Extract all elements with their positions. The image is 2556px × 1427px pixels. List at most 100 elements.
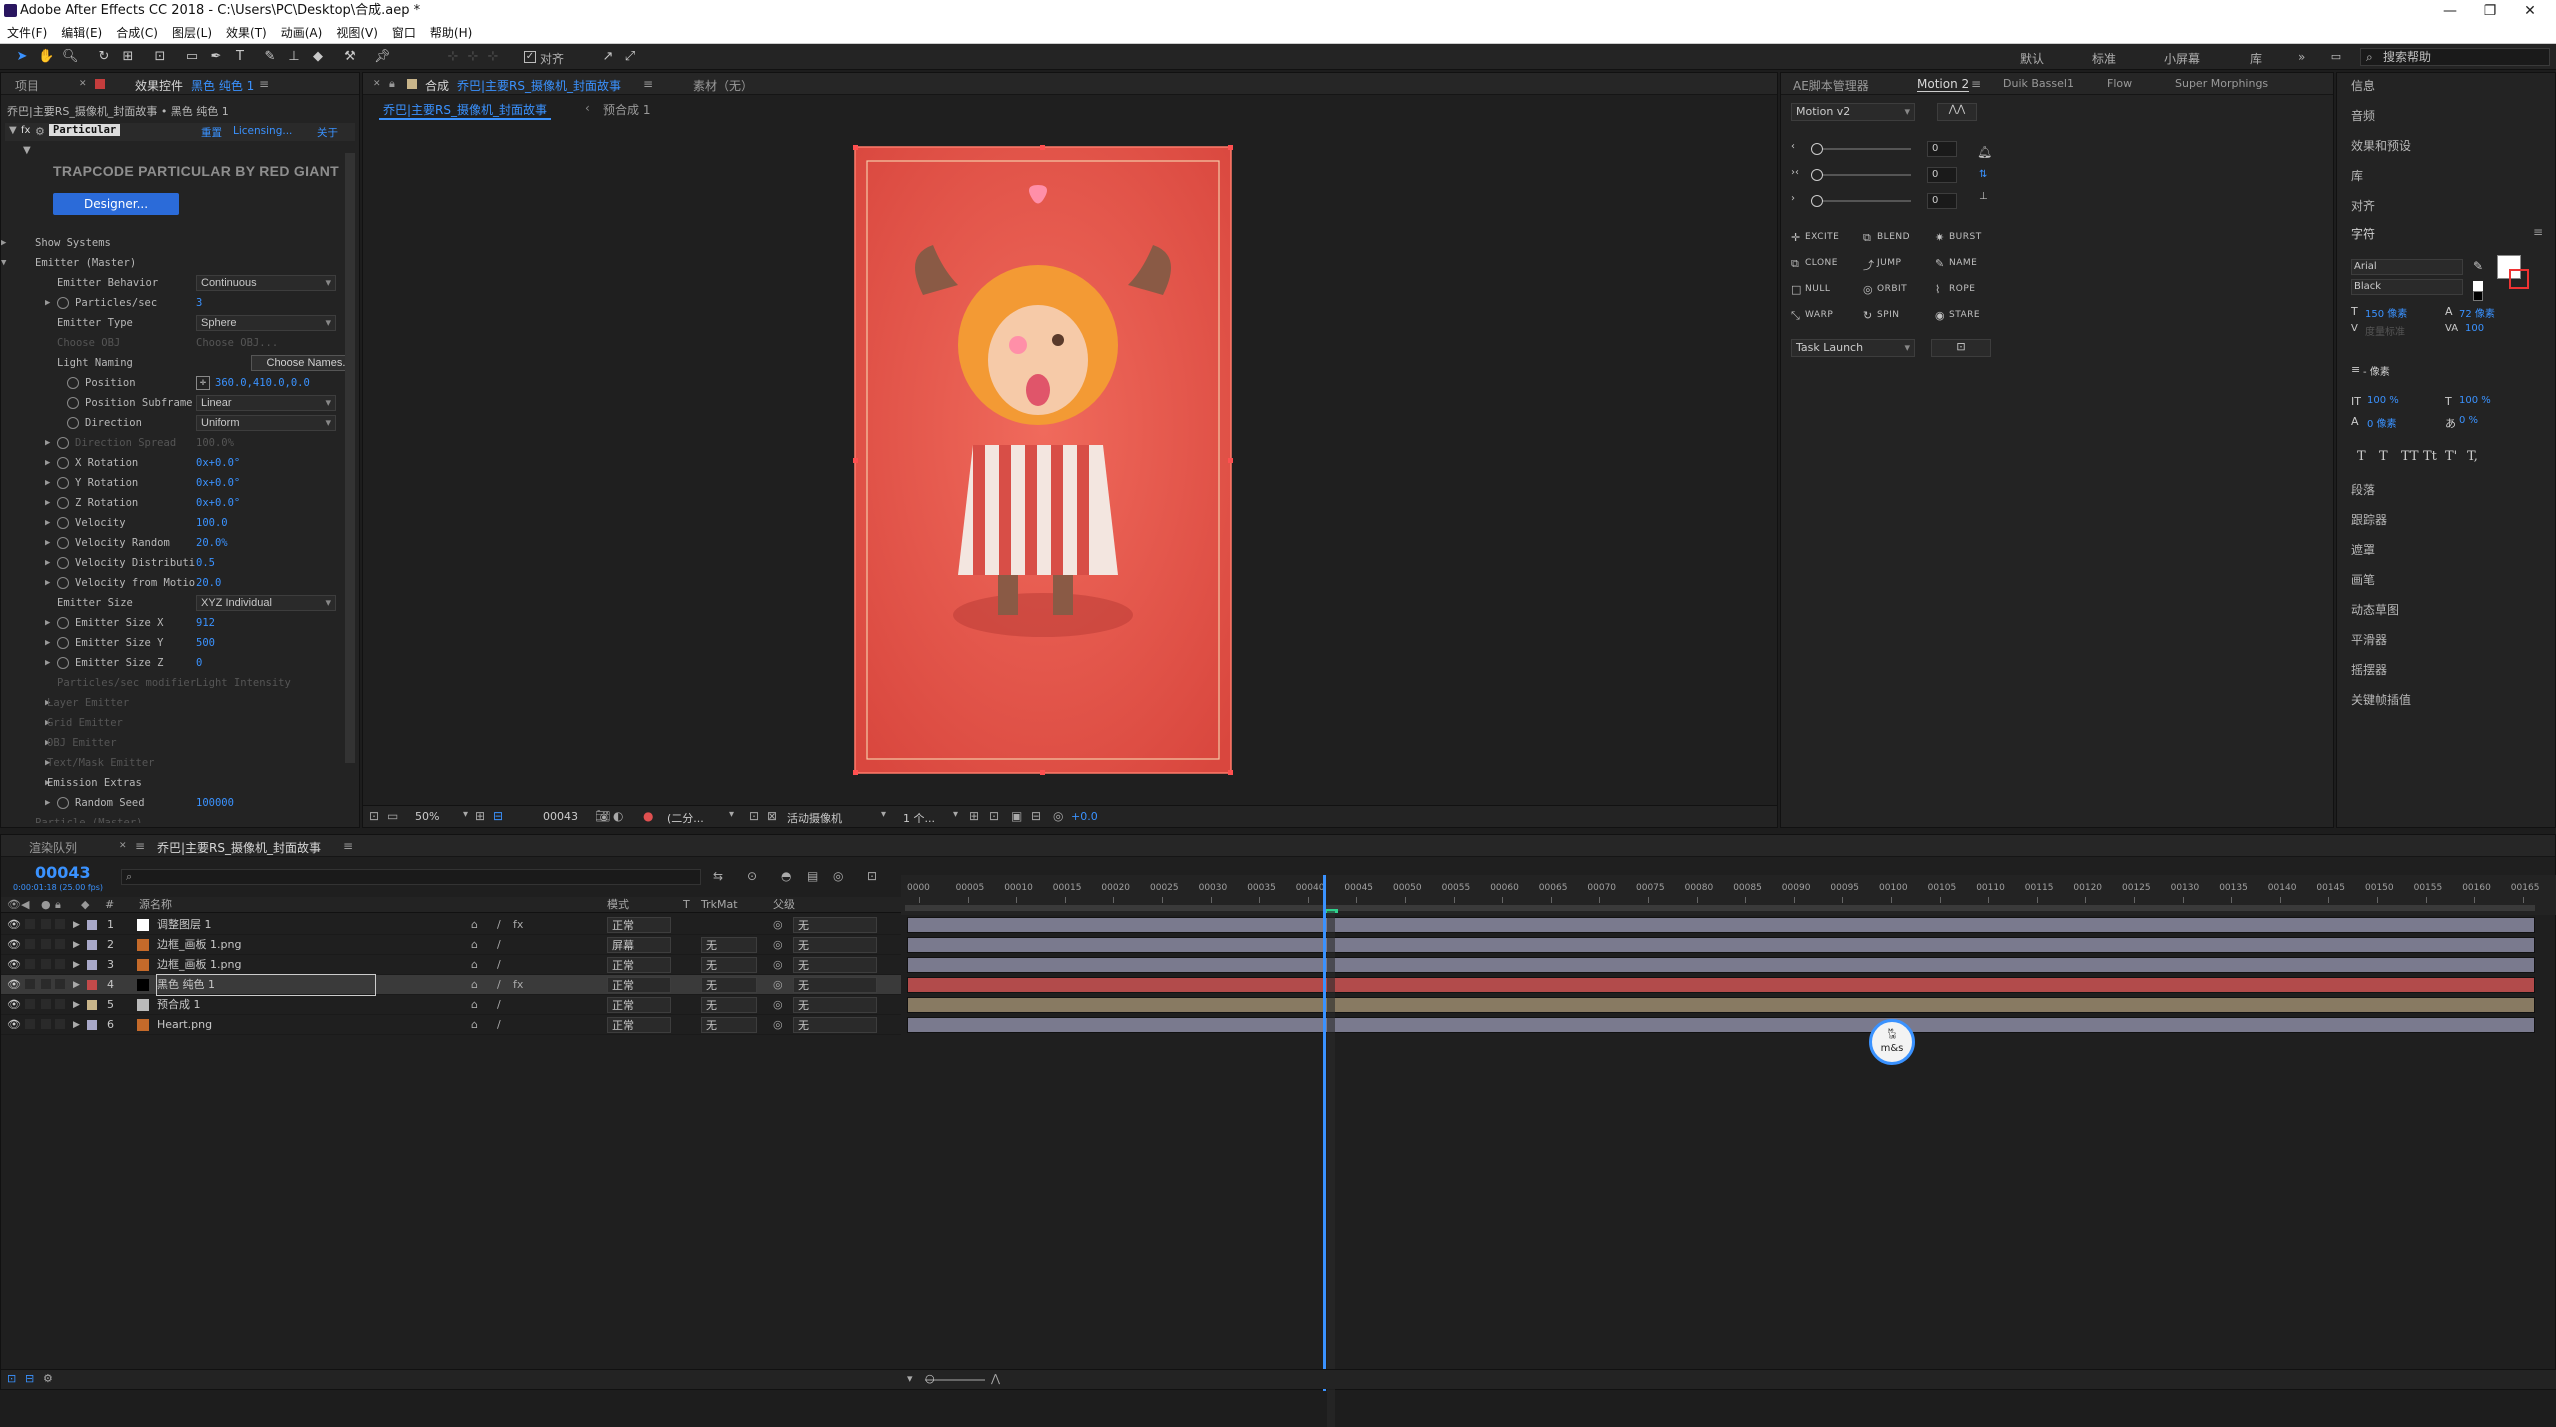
flowchart-icon[interactable]: ⊟	[1031, 809, 1041, 823]
selection-tool-icon[interactable]: ➤	[14, 49, 30, 65]
character-menu-icon[interactable]: ≡	[2533, 225, 2543, 239]
layer-duration-bar[interactable]	[907, 1017, 2535, 1033]
null-icon[interactable]: □	[1791, 283, 1801, 296]
expand-icon[interactable]: ▶	[45, 293, 50, 313]
tab-close-icon[interactable]: ✕	[79, 79, 87, 89]
toggle-pixel-icon[interactable]: ⊞	[969, 809, 979, 823]
slider-track-3[interactable]	[1811, 200, 1911, 202]
layer-switches-icon[interactable]: ⊡	[7, 1372, 16, 1385]
effect-property-value[interactable]: 20.0	[196, 573, 221, 593]
shy-layers-icon[interactable]: ◓	[781, 869, 791, 883]
tab-duik[interactable]: Duik Bassel1	[2003, 77, 2074, 90]
right-panel-item[interactable]: 库	[2351, 167, 2363, 184]
timeline-tab-close-icon[interactable]: ✕	[119, 841, 127, 851]
scrollbar[interactable]	[345, 153, 355, 763]
tab-timeline-comp[interactable]: 乔巴|主要RS_摄像机_封面故事	[157, 839, 321, 856]
name-icon[interactable]: ✎	[1935, 257, 1944, 270]
slider-track-2[interactable]	[1811, 174, 1911, 176]
expand-icon[interactable]: ▶	[45, 473, 50, 493]
stopwatch-icon[interactable]	[57, 297, 69, 309]
layer-duration-bar[interactable]	[907, 957, 2535, 973]
text-style-button[interactable]: T	[2379, 449, 2388, 464]
effect-property-dropdown[interactable]: Linear	[196, 395, 336, 411]
zoom-slider-handle[interactable]: ○	[925, 1372, 935, 1385]
stopwatch-icon[interactable]	[57, 437, 69, 449]
effect-expand-icon[interactable]: ▼	[9, 125, 17, 136]
menu-composition[interactable]: 合成(C)	[109, 22, 165, 44]
slider-value-3[interactable]: 0	[1927, 193, 1957, 209]
right-panel-item[interactable]: 动态草图	[2351, 601, 2399, 618]
col-parent[interactable]: 父级	[773, 897, 795, 913]
comp-lock-icon[interactable]: 🔒︎	[389, 77, 395, 91]
exposure-value[interactable]: +0.0	[1071, 810, 1098, 823]
slider-handle-1[interactable]	[1811, 143, 1823, 155]
expand-icon[interactable]: ▶	[45, 533, 50, 553]
expand-icon[interactable]: ▶	[45, 553, 50, 573]
pen-tool-icon[interactable]: ✒	[208, 49, 224, 65]
slider-handle-3[interactable]	[1811, 195, 1823, 207]
effect-property-value[interactable]: Light Intensity	[196, 673, 291, 693]
slider-handle-2[interactable]	[1811, 169, 1823, 181]
orbit-icon[interactable]: ◎	[1863, 283, 1873, 296]
motion-excite-button[interactable]: EXCITE	[1805, 232, 1839, 242]
effect-property-value[interactable]: 0	[196, 653, 202, 673]
designer-button[interactable]: Designer...	[53, 193, 179, 215]
motion-blur-icon[interactable]: ◎	[833, 869, 843, 883]
text-style-button[interactable]: T	[2357, 449, 2366, 464]
fx-icon[interactable]: fx	[21, 125, 30, 136]
leading-value[interactable]: 72 像素	[2459, 305, 2495, 320]
zoom-tool-icon[interactable]: 🔍︎	[62, 49, 79, 65]
tab-composition-name[interactable]: 乔巴|主要RS_摄像机_封面故事	[457, 77, 621, 94]
expand-icon[interactable]: ▶	[45, 453, 50, 473]
time-ruler[interactable]: 0000 00005 00010 00015 00020 00025 00030 00035 0…	[901, 875, 2556, 915]
motion-name-button[interactable]: NAME	[1949, 258, 1977, 268]
text-tool-icon[interactable]: T	[232, 49, 248, 65]
snapshot-icon[interactable]: 📷︎	[595, 809, 610, 823]
task-launch-select[interactable]: Task Launch ▾	[1791, 339, 1915, 357]
stopwatch-icon[interactable]	[57, 497, 69, 509]
eraser-tool-icon[interactable]: ◆	[310, 49, 326, 65]
expand-icon[interactable]: ▶	[45, 513, 50, 533]
tab-effect-controls-layer[interactable]: 黑色 纯色 1	[191, 77, 254, 94]
preview-3d-icon[interactable]: ▣	[1011, 809, 1022, 823]
tab-project[interactable]: 项目	[15, 77, 39, 94]
region-icon[interactable]: ⊡	[749, 809, 759, 823]
effect-property-value[interactable]: 0x+0.0°	[196, 453, 240, 473]
flowchart-next[interactable]: 预合成 1	[603, 101, 650, 118]
workspace-default[interactable]: 默认	[2020, 50, 2044, 67]
work-area-bar[interactable]	[905, 905, 2535, 911]
eyedropper-icon[interactable]: ✎	[2473, 259, 2483, 273]
right-panel-item[interactable]: 信息	[2351, 77, 2375, 94]
views-dropdown-icon[interactable]: ▾	[953, 809, 958, 820]
text-style-button[interactable]: TT	[2401, 449, 2419, 464]
expand-icon[interactable]: ▶	[1, 233, 6, 253]
zoom-dropdown-icon[interactable]: ▾	[463, 809, 468, 820]
panel-menu-icon[interactable]: ≡	[259, 77, 269, 91]
motion-clone-button[interactable]: CLONE	[1805, 258, 1838, 268]
jump-icon[interactable]: ⤴	[1863, 257, 1874, 273]
slider-value-1[interactable]: 0	[1927, 141, 1957, 157]
right-panel-item[interactable]: 关键帧插值	[2351, 691, 2411, 708]
white-swatch[interactable]	[2473, 281, 2483, 291]
motion-blend-button[interactable]: BLEND	[1877, 232, 1910, 242]
frame-blending-icon[interactable]: ▤	[807, 869, 818, 883]
blend-icon[interactable]: ⧉	[1863, 231, 1871, 245]
tab-super-morphings[interactable]: Super Morphings	[2175, 77, 2268, 90]
hand-tool-icon[interactable]: ✋	[38, 49, 54, 65]
right-panel-item[interactable]: 音频	[2351, 107, 2375, 124]
current-frame[interactable]: 00043	[543, 810, 578, 823]
text-style-button[interactable]: Tt	[2423, 449, 2437, 464]
puppet-tool-icon[interactable]: 📌︎	[374, 49, 391, 65]
layer-duration-bar[interactable]	[907, 917, 2535, 933]
timeline-search-input[interactable]: ⌕	[121, 869, 701, 885]
menu-file[interactable]: 文件(F)	[0, 22, 54, 44]
comp-mini-flowchart-icon[interactable]: ⇆	[713, 869, 723, 883]
current-timecode[interactable]: 00043	[35, 863, 91, 882]
tab-footage[interactable]: 素材（无）	[693, 77, 753, 94]
kerning-value[interactable]: 度量标准	[2365, 323, 2405, 338]
motion-null-button[interactable]: NULL	[1805, 284, 1830, 294]
effect-property-value[interactable]: Choose OBJ...	[196, 333, 278, 353]
resolution-select[interactable]: (二分...	[667, 810, 704, 826]
stare-icon[interactable]: ◉	[1935, 309, 1945, 322]
clone-icon[interactable]: ⧉	[1791, 257, 1799, 271]
